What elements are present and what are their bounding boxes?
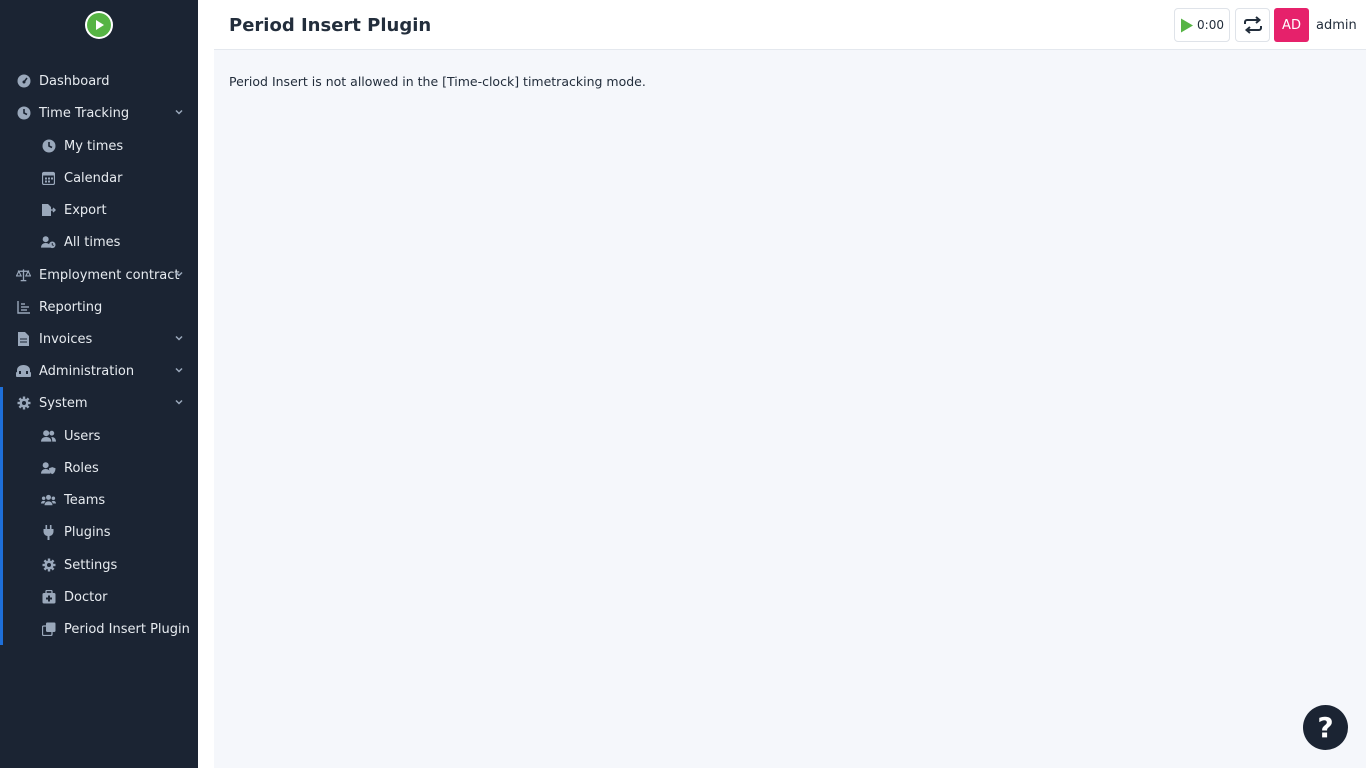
- sidebar-item-label: Administration: [39, 363, 135, 379]
- sidebar-item-label: Dashboard: [39, 73, 110, 89]
- user-menu-name[interactable]: admin: [1316, 18, 1357, 33]
- clock-icon: [41, 139, 56, 154]
- sidebar-item-all-times[interactable]: All times: [0, 226, 198, 258]
- sidebar-item-invoices[interactable]: Invoices: [0, 323, 198, 355]
- sidebar-item-calendar[interactable]: Calendar: [0, 162, 198, 194]
- sidebar-item-label: Invoices: [39, 331, 93, 347]
- sync-button[interactable]: [1235, 8, 1270, 42]
- sidebar-item-label: Users: [64, 428, 101, 444]
- sidebar-item-doctor[interactable]: Doctor: [0, 581, 198, 613]
- sidebar-item-label: All times: [64, 234, 121, 250]
- play-logo-icon: [87, 13, 111, 37]
- sidebar-item-label: Time Tracking: [39, 105, 130, 121]
- clock-icon: [16, 106, 31, 121]
- sidebar-item-export[interactable]: Export: [0, 194, 198, 226]
- sidebar-item-label: Plugins: [64, 524, 111, 540]
- sidebar-item-time-tracking[interactable]: Time Tracking: [0, 97, 198, 129]
- file-invoice-icon: [16, 332, 31, 347]
- plug-icon: [41, 524, 56, 540]
- info-message: Period Insert is not allowed in the [Tim…: [229, 74, 646, 89]
- sidebar-item-label: Reporting: [39, 299, 103, 315]
- sidebar-gutter: [198, 0, 214, 768]
- user-clock-icon: [41, 235, 56, 250]
- sidebar-item-roles[interactable]: Roles: [0, 452, 198, 484]
- sidebar-item-label: My times: [64, 138, 124, 154]
- sidebar-item-label: Doctor: [64, 589, 108, 605]
- toolbox-icon: [16, 364, 31, 379]
- main-content: Period Insert is not allowed in the [Tim…: [214, 0, 1366, 768]
- gear-icon: [16, 396, 31, 411]
- start-timer-button[interactable]: 0:00: [1174, 8, 1230, 42]
- sidebar-item-administration[interactable]: Administration: [0, 355, 198, 387]
- top-header: Period Insert Plugin 0:00 AD admin: [214, 0, 1366, 50]
- chevron-down-icon: [175, 109, 183, 115]
- sidebar-item-label: Employment contract: [39, 267, 180, 283]
- sidebar-item-system[interactable]: System: [0, 387, 198, 419]
- sidebar-item-employment-contract[interactable]: Employment contract: [0, 259, 198, 291]
- app-logo[interactable]: [85, 11, 113, 39]
- chevron-down-icon: [175, 367, 183, 373]
- chevron-down-icon: [175, 271, 183, 277]
- user-shield-icon: [41, 461, 56, 476]
- sidebar-item-users[interactable]: Users: [0, 420, 198, 452]
- play-icon: [1181, 18, 1194, 32]
- sidebar-item-teams[interactable]: Teams: [0, 484, 198, 516]
- gear-icon: [41, 558, 56, 573]
- sidebar-item-label: Calendar: [64, 170, 123, 186]
- sidebar-item-period-insert-plugin[interactable]: Period Insert Plugin: [0, 613, 198, 645]
- team-icon: [41, 493, 56, 508]
- users-icon: [41, 429, 56, 444]
- help-button[interactable]: ?: [1303, 705, 1348, 750]
- sidebar-item-label: Teams: [64, 492, 106, 508]
- repeat-icon: [1243, 16, 1262, 34]
- chevron-down-icon: [175, 335, 183, 341]
- sidebar-item-reporting[interactable]: Reporting: [0, 291, 198, 323]
- sidebar-item-label: Roles: [64, 460, 99, 476]
- page-title: Period Insert Plugin: [229, 15, 432, 36]
- avatar[interactable]: AD: [1274, 8, 1309, 42]
- sidebar-item-label: Period Insert Plugin: [64, 621, 190, 637]
- timer-display: 0:00: [1197, 18, 1224, 32]
- sidebar-item-my-times[interactable]: My times: [0, 130, 198, 162]
- export-icon: [41, 203, 56, 218]
- sidebar-item-plugins[interactable]: Plugins: [0, 516, 198, 548]
- sidebar: Dashboard Time Tracking My times Calenda…: [0, 0, 198, 768]
- sidebar-item-label: Settings: [64, 557, 118, 573]
- sidebar-item-label: Export: [64, 202, 107, 218]
- scale-icon: [16, 268, 31, 283]
- chart-icon: [16, 300, 31, 315]
- copy-icon: [41, 622, 56, 637]
- chevron-down-icon: [175, 399, 183, 405]
- sidebar-item-dashboard[interactable]: Dashboard: [0, 65, 198, 97]
- dashboard-icon: [16, 74, 31, 89]
- calendar-icon: [41, 171, 56, 186]
- medkit-icon: [41, 590, 56, 605]
- sidebar-item-label: System: [39, 395, 88, 411]
- sidebar-item-settings[interactable]: Settings: [0, 549, 198, 581]
